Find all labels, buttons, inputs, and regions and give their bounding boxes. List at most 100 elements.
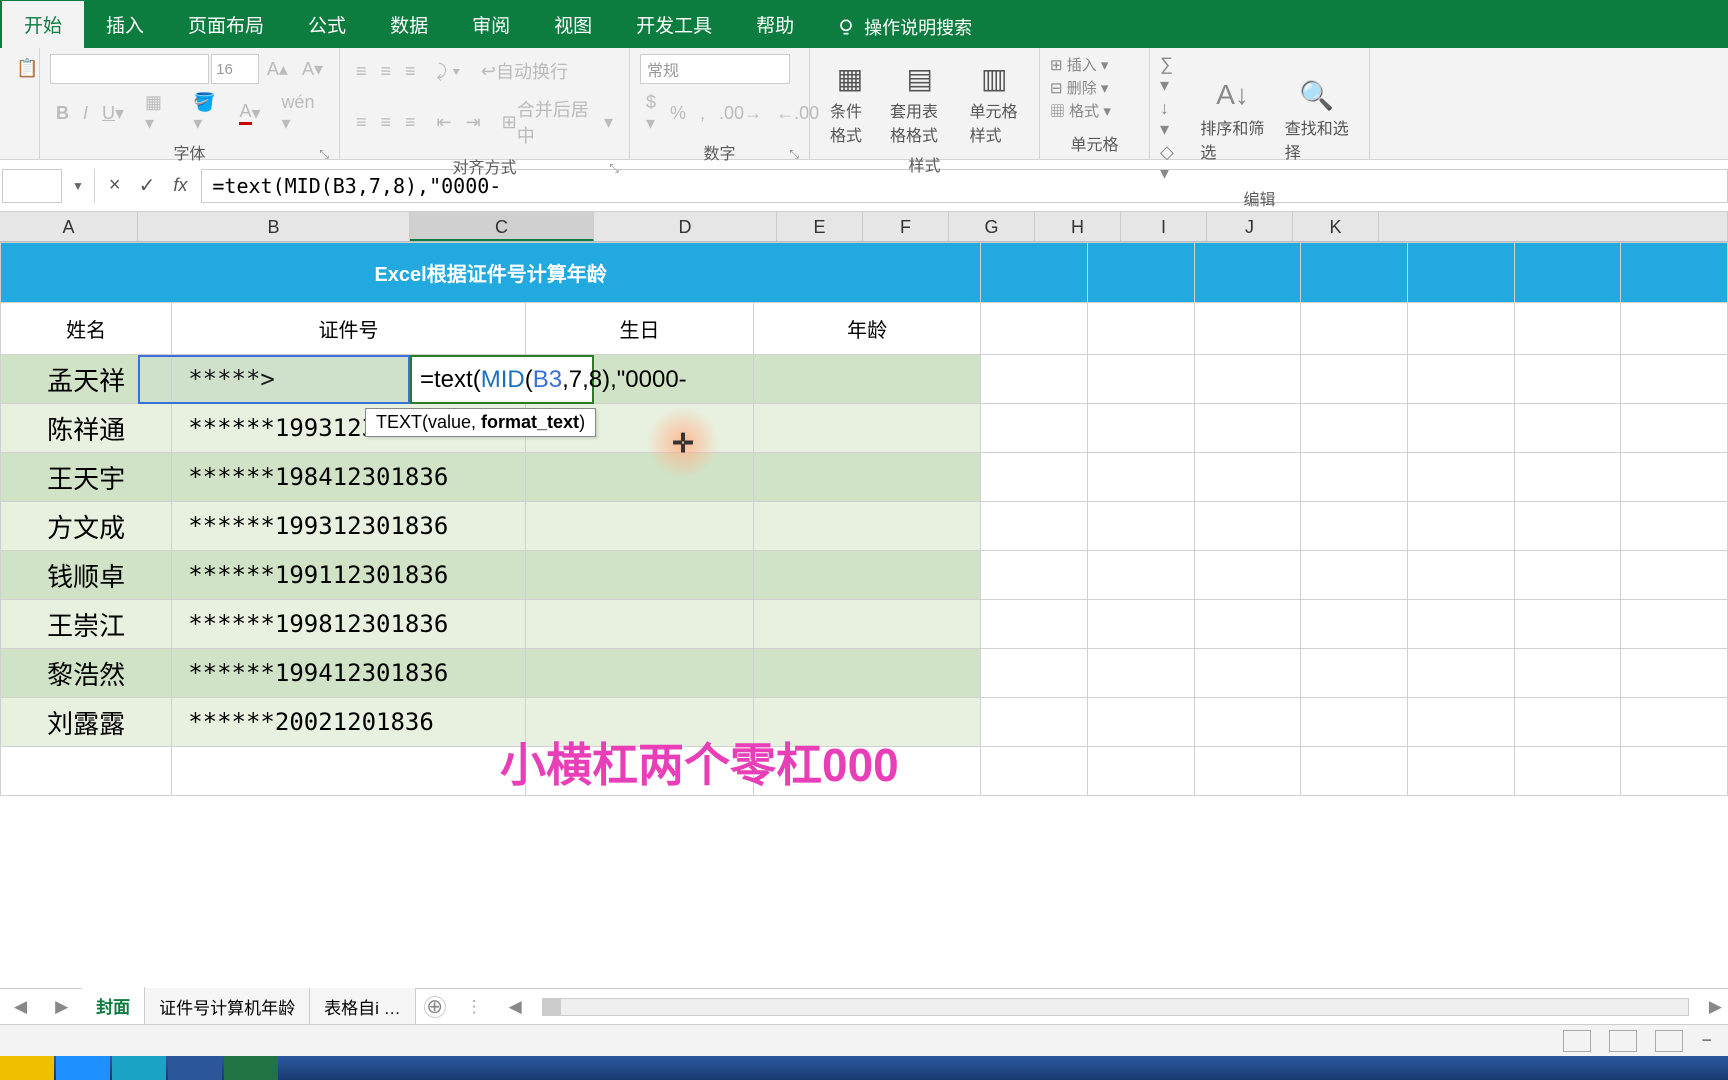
cell[interactable]: [981, 698, 1088, 747]
cell[interactable]: [1087, 453, 1194, 502]
wrap-text-button[interactable]: ↩ 自动换行: [475, 54, 574, 88]
cell[interactable]: [1194, 355, 1301, 404]
align-top-icon[interactable]: ≡: [350, 57, 373, 86]
cell[interactable]: [1621, 551, 1728, 600]
cell[interactable]: [754, 551, 981, 600]
cell[interactable]: [1407, 453, 1514, 502]
find-select-button[interactable]: 🔍查找和选择: [1275, 71, 1359, 167]
cell[interactable]: Excel根据证件号计算年龄: [1, 243, 981, 303]
cell[interactable]: [1621, 243, 1728, 303]
font-size-select[interactable]: 16: [211, 54, 259, 84]
cell[interactable]: [1087, 698, 1194, 747]
cell[interactable]: [1194, 698, 1301, 747]
cell[interactable]: [1407, 600, 1514, 649]
percent-icon[interactable]: %: [664, 99, 692, 128]
phonetic-button[interactable]: wén ▾: [275, 88, 329, 138]
format-cells-button[interactable]: ▦ 格式 ▾: [1050, 100, 1139, 121]
cell[interactable]: [754, 355, 981, 404]
cell[interactable]: [1514, 453, 1621, 502]
zoom-out-button[interactable]: −: [1701, 1030, 1712, 1051]
cell[interactable]: [754, 404, 981, 453]
column-header-E[interactable]: E: [777, 212, 863, 241]
insert-function-button[interactable]: fx: [173, 175, 187, 196]
ribbon-tab-review[interactable]: 审阅: [450, 1, 532, 48]
cell[interactable]: [1407, 502, 1514, 551]
cell[interactable]: [1087, 551, 1194, 600]
cell[interactable]: [1087, 404, 1194, 453]
decrease-font-icon[interactable]: A▾: [296, 55, 329, 84]
cell[interactable]: [981, 303, 1088, 355]
decrease-indent-icon[interactable]: ⇤: [431, 108, 458, 137]
cell[interactable]: [1621, 453, 1728, 502]
cell[interactable]: [172, 747, 526, 796]
cell[interactable]: 证件号: [172, 303, 526, 355]
cell[interactable]: ******199112301836: [172, 551, 526, 600]
cell[interactable]: [1621, 502, 1728, 551]
cell[interactable]: 黎浩然: [1, 649, 172, 698]
merge-center-button[interactable]: ⊞ 合并后居中 ▾: [496, 92, 619, 152]
sheet-nav-next-icon[interactable]: ▶: [41, 997, 82, 1017]
table-format-button[interactable]: ▤套用表格格式: [880, 54, 959, 150]
cell[interactable]: 姓名: [1, 303, 172, 355]
fill-color-button[interactable]: 🪣 ▾: [187, 88, 231, 138]
cell[interactable]: [1407, 747, 1514, 796]
cell[interactable]: [1301, 404, 1408, 453]
taskbar-item-1[interactable]: [56, 1056, 110, 1080]
align-bottom-icon[interactable]: ≡: [399, 57, 422, 86]
cell[interactable]: [525, 551, 753, 600]
column-header-F[interactable]: F: [863, 212, 949, 241]
column-header-B[interactable]: B: [138, 212, 410, 241]
cells-table[interactable]: Excel根据证件号计算年龄姓名证件号生日年龄孟天祥*****>陈祥通*****…: [0, 242, 1728, 796]
font-color-button[interactable]: A ▾: [233, 97, 266, 129]
cell[interactable]: ******199812301836: [172, 600, 526, 649]
cell[interactable]: [1301, 600, 1408, 649]
cell[interactable]: [525, 453, 753, 502]
fill-icon[interactable]: ↓ ▾: [1160, 98, 1182, 140]
taskbar-item-0[interactable]: [0, 1056, 54, 1080]
horizontal-scrollbar[interactable]: [542, 998, 1689, 1016]
increase-indent-icon[interactable]: ⇥: [460, 108, 487, 137]
ribbon-tab-insert[interactable]: 插入: [84, 1, 166, 48]
cell[interactable]: 陈祥通: [1, 404, 172, 453]
name-box-dropdown-icon[interactable]: ▼: [62, 179, 94, 193]
sheet-tab-1[interactable]: 证件号计算机年龄: [145, 988, 310, 1025]
cell[interactable]: [1621, 404, 1728, 453]
taskbar-item-2[interactable]: [112, 1056, 166, 1080]
cell[interactable]: [981, 453, 1088, 502]
alignment-dialog-launcher[interactable]: ⤡: [609, 161, 619, 176]
cell[interactable]: 年龄: [754, 303, 981, 355]
sheet-tab-2[interactable]: 表格自i …: [310, 988, 416, 1025]
cell[interactable]: [1301, 747, 1408, 796]
cell[interactable]: [525, 502, 753, 551]
font-dialog-launcher[interactable]: ⤡: [319, 147, 329, 162]
ribbon-tab-home[interactable]: 开始: [2, 1, 84, 48]
column-header-G[interactable]: G: [949, 212, 1035, 241]
cell[interactable]: [754, 453, 981, 502]
column-header-D[interactable]: D: [594, 212, 777, 241]
cell[interactable]: [1621, 649, 1728, 698]
cell[interactable]: 王天宇: [1, 453, 172, 502]
cell[interactable]: ******198412301836: [172, 453, 526, 502]
ribbon-tab-view[interactable]: 视图: [532, 1, 614, 48]
currency-icon[interactable]: $ ▾: [640, 88, 662, 138]
cell[interactable]: [1087, 243, 1194, 303]
cell[interactable]: [754, 502, 981, 551]
enter-formula-button[interactable]: ✓: [139, 173, 156, 198]
cell[interactable]: [1621, 747, 1728, 796]
cell[interactable]: [1514, 698, 1621, 747]
ribbon-tab-help[interactable]: 帮助: [734, 1, 816, 48]
cell[interactable]: [1407, 243, 1514, 303]
number-dialog-launcher[interactable]: ⤡: [789, 147, 799, 162]
cell[interactable]: [1194, 600, 1301, 649]
align-middle-icon[interactable]: ≡: [375, 57, 398, 86]
cell[interactable]: [1407, 698, 1514, 747]
cell[interactable]: [1301, 502, 1408, 551]
cell[interactable]: [1087, 649, 1194, 698]
cell[interactable]: [1514, 600, 1621, 649]
increase-font-icon[interactable]: A▴: [261, 55, 294, 84]
cell[interactable]: [1514, 551, 1621, 600]
hscroll-left-icon[interactable]: ◀: [503, 997, 528, 1017]
ribbon-tab-data[interactable]: 数据: [368, 1, 450, 48]
cell[interactable]: [1194, 303, 1301, 355]
cell[interactable]: [1621, 303, 1728, 355]
